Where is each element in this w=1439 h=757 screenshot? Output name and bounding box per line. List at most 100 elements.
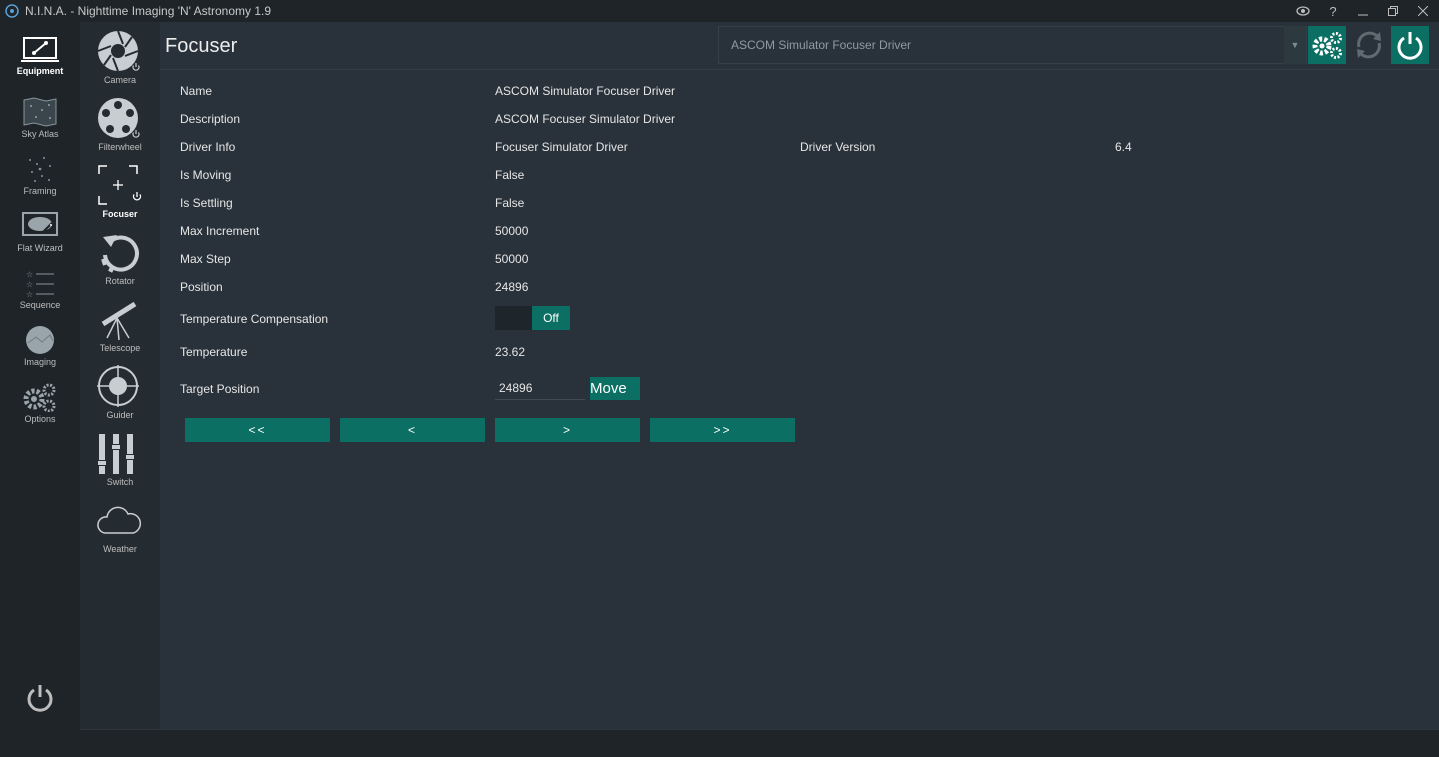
help-icon[interactable]: ? xyxy=(1325,4,1341,19)
subnav-label: Rotator xyxy=(105,276,135,286)
driver-version-value: 6.4 xyxy=(1115,140,1132,154)
device-settings-button[interactable] xyxy=(1308,26,1346,64)
temperature-value: 23.62 xyxy=(495,345,526,359)
name-label: Name xyxy=(180,84,213,98)
weather-icon xyxy=(97,506,142,534)
max-step-label: Max Step xyxy=(180,252,231,266)
nav-label: Sequence xyxy=(19,300,61,310)
move-button-label: Move xyxy=(590,380,627,397)
sky-atlas-icon xyxy=(23,97,57,127)
options-icon xyxy=(23,383,56,412)
equipment-icon xyxy=(21,37,59,62)
refresh-icon xyxy=(1357,31,1381,59)
subnav-item-focuser[interactable]: Focuser xyxy=(80,164,160,226)
panel-header: Focuser ASCOM Simulator Focuser Driver ▼ xyxy=(160,22,1439,70)
temperature-compensation-toggle[interactable]: Off xyxy=(495,306,570,330)
description-label: Description xyxy=(180,112,241,126)
toggle-state: Off xyxy=(532,306,570,330)
nav-item-framing[interactable]: Framing xyxy=(0,154,80,208)
subnav-item-guider[interactable]: Guider xyxy=(80,365,160,427)
subnav-item-camera[interactable]: Camera xyxy=(80,30,160,92)
focuser-panel: Focuser ASCOM Simulator Focuser Driver ▼ xyxy=(160,22,1439,729)
subnav-item-weather[interactable]: Weather xyxy=(80,499,160,561)
status-bar xyxy=(80,729,1439,757)
temperature-label: Temperature xyxy=(180,345,248,359)
close-icon[interactable] xyxy=(1415,6,1431,16)
move-left-small-button[interactable]: < xyxy=(340,418,485,442)
svg-text:☆: ☆ xyxy=(26,290,33,298)
framing-icon xyxy=(29,157,51,182)
is-settling-label: Is Settling xyxy=(180,196,233,210)
subnav-item-filterwheel[interactable]: Filterwheel xyxy=(80,97,160,159)
is-moving-label: Is Moving xyxy=(180,168,232,182)
max-increment-label: Max Increment xyxy=(180,224,260,238)
equipment-subnavigation: Camera Filterwheel Focuser Rotator Teles… xyxy=(80,22,160,729)
nav-item-equipment[interactable]: Equipment xyxy=(0,36,80,90)
camera-icon xyxy=(97,30,140,72)
eye-icon[interactable] xyxy=(1295,6,1311,16)
nav-item-sequence[interactable]: ☆ ☆ ☆ Sequence xyxy=(0,268,80,322)
move-button[interactable]: Move xyxy=(590,377,640,400)
target-position-label: Target Position xyxy=(180,382,260,396)
window-title: N.I.N.A. - Nighttime Imaging 'N' Astrono… xyxy=(25,4,271,18)
description-value: ASCOM Focuser Simulator Driver xyxy=(495,112,676,126)
subnav-label: Switch xyxy=(106,477,134,487)
position-value: 24896 xyxy=(495,280,529,294)
temperature-compensation-label: Temperature Compensation xyxy=(180,312,329,326)
subnav-label: Telescope xyxy=(99,343,141,353)
chevron-down-icon[interactable]: ▼ xyxy=(1284,26,1306,64)
nav-label: Sky Atlas xyxy=(21,129,59,139)
name-value: ASCOM Simulator Focuser Driver xyxy=(495,84,676,98)
sequence-icon: ☆ ☆ ☆ xyxy=(26,270,54,298)
power-icon xyxy=(1397,32,1423,60)
row-driver-info: Driver Info Focuser Simulator Driver Dri… xyxy=(180,137,1380,157)
nav-label: Imaging xyxy=(23,357,57,367)
position-label: Position xyxy=(180,280,223,294)
nav-item-flat-wizard[interactable]: Flat Wizard xyxy=(0,211,80,265)
imaging-icon xyxy=(26,326,54,354)
svg-text:☆: ☆ xyxy=(26,270,33,279)
rescan-devices-button[interactable] xyxy=(1350,26,1388,64)
max-step-value: 50000 xyxy=(495,252,529,266)
shutdown-button[interactable] xyxy=(24,682,56,717)
minimize-icon[interactable] xyxy=(1355,6,1371,16)
nav-item-options[interactable]: Options xyxy=(0,382,80,436)
nav-label: Options xyxy=(24,414,56,424)
switch-icon xyxy=(97,434,135,474)
is-settling-value: False xyxy=(495,196,525,210)
filterwheel-icon xyxy=(98,98,140,138)
title-bar: N.I.N.A. - Nighttime Imaging 'N' Astrono… xyxy=(0,0,1439,22)
subnav-item-telescope[interactable]: Telescope xyxy=(80,298,160,360)
move-right-small-button[interactable]: > xyxy=(495,418,640,442)
nav-item-sky-atlas[interactable]: Sky Atlas xyxy=(0,97,80,151)
move-left-large-button[interactable]: << xyxy=(185,418,330,442)
main-navigation: Equipment Sky Atlas Framing Flat Wizard … xyxy=(0,22,80,757)
subnav-label: Weather xyxy=(103,544,137,554)
nav-label: Framing xyxy=(23,186,57,196)
driver-version-label: Driver Version xyxy=(800,140,876,154)
guider-icon xyxy=(97,365,139,407)
device-selector-value: ASCOM Simulator Focuser Driver xyxy=(731,38,912,52)
page-title: Focuser xyxy=(165,35,238,57)
nav-label: Equipment xyxy=(16,66,64,76)
rotator-icon xyxy=(101,235,139,273)
gear-icon xyxy=(1312,32,1342,59)
target-position-input[interactable] xyxy=(495,376,585,400)
device-selector[interactable]: ASCOM Simulator Focuser Driver ▼ xyxy=(718,26,1307,64)
driver-info-value: Focuser Simulator Driver xyxy=(495,140,628,154)
subnav-label: Camera xyxy=(103,75,136,85)
move-right-large-button[interactable]: >> xyxy=(650,418,795,442)
driver-info-label: Driver Info xyxy=(180,140,236,154)
restore-icon[interactable] xyxy=(1385,6,1401,16)
telescope-icon xyxy=(101,301,137,341)
svg-text:☆: ☆ xyxy=(26,280,33,289)
focuser-icon xyxy=(98,165,142,205)
subnav-label: Filterwheel xyxy=(98,142,142,152)
power-icon xyxy=(27,685,53,712)
nav-item-imaging[interactable]: Imaging xyxy=(0,325,80,379)
is-moving-value: False xyxy=(495,168,525,182)
subnav-item-switch[interactable]: Switch xyxy=(80,432,160,494)
flat-wizard-icon xyxy=(22,212,58,236)
disconnect-button[interactable] xyxy=(1391,26,1429,64)
subnav-item-rotator[interactable]: Rotator xyxy=(80,231,160,293)
